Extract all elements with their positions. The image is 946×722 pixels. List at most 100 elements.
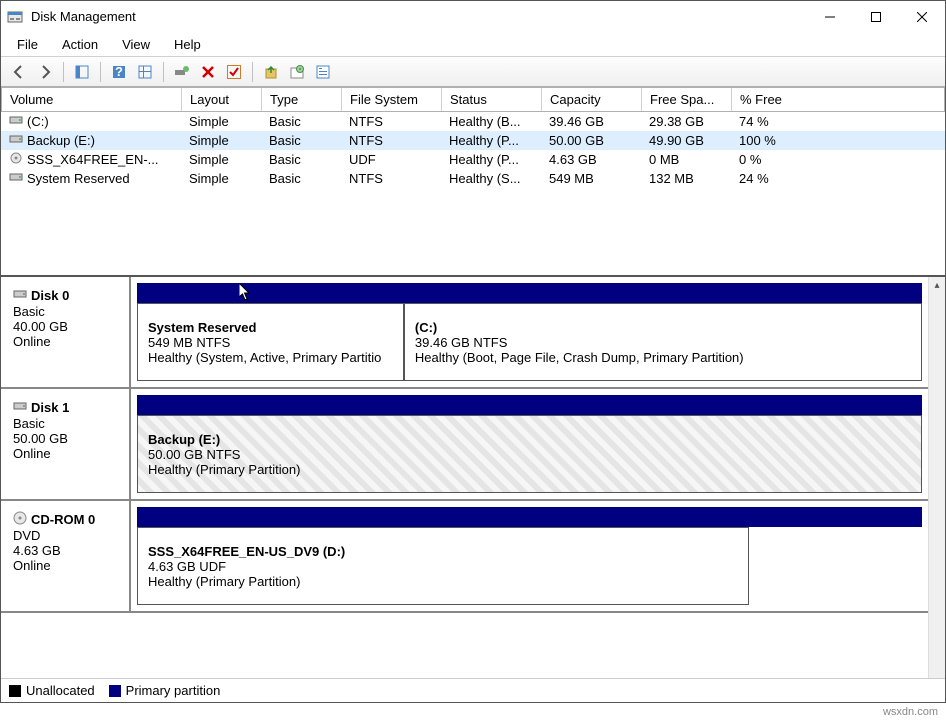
volume-free: 132 MB: [641, 170, 731, 187]
disk-label[interactable]: CD-ROM 0DVD4.63 GBOnline: [1, 501, 131, 611]
col-capacity[interactable]: Capacity: [542, 88, 642, 111]
partition-info: 4.63 GB UDF: [148, 559, 738, 574]
disk-status: Online: [13, 334, 117, 349]
volume-free: 0 MB: [641, 151, 731, 168]
minimize-button[interactable]: [807, 2, 853, 32]
volume-layout: Simple: [181, 132, 261, 149]
forward-button[interactable]: [33, 60, 57, 84]
partition-strip: System Reserved549 MB NTFSHealthy (Syste…: [137, 303, 922, 381]
disk-size: 40.00 GB: [13, 319, 117, 334]
volume-name: SSS_X64FREE_EN-...: [27, 152, 159, 167]
disk-row: CD-ROM 0DVD4.63 GBOnlineSSS_X64FREE_EN-U…: [1, 501, 928, 613]
menu-view[interactable]: View: [112, 35, 160, 54]
toolbar-separator: [100, 62, 101, 82]
partition-box[interactable]: SSS_X64FREE_EN-US_DV9 (D:)4.63 GB UDFHea…: [137, 527, 749, 605]
volume-type: Basic: [261, 132, 341, 149]
volume-icon: [9, 133, 23, 148]
volume-list-body[interactable]: (C:)SimpleBasicNTFSHealthy (B...39.46 GB…: [1, 112, 945, 275]
volume-pfree: 74 %: [731, 113, 811, 130]
volume-type: Basic: [261, 113, 341, 130]
volume-fs: NTFS: [341, 132, 441, 149]
disk-name: Disk 1: [31, 400, 69, 415]
action-button-2[interactable]: [285, 60, 309, 84]
volume-fs: NTFS: [341, 170, 441, 187]
disk-label[interactable]: Disk 0Basic40.00 GBOnline: [1, 277, 131, 387]
disk-name: Disk 0: [31, 288, 69, 303]
primary-swatch-icon: [109, 685, 121, 697]
disk-label[interactable]: Disk 1Basic50.00 GBOnline: [1, 389, 131, 499]
volume-type: Basic: [261, 170, 341, 187]
settings-button[interactable]: [170, 60, 194, 84]
close-button[interactable]: [899, 2, 945, 32]
volume-name: System Reserved: [27, 171, 130, 186]
volume-capacity: 39.46 GB: [541, 113, 641, 130]
menu-help[interactable]: Help: [164, 35, 211, 54]
legend-unallocated-label: Unallocated: [26, 683, 95, 698]
volume-capacity: 549 MB: [541, 170, 641, 187]
col-type[interactable]: Type: [262, 88, 342, 111]
partition-name: Backup (E:): [148, 432, 911, 447]
volume-type: Basic: [261, 151, 341, 168]
volume-layout: Simple: [181, 170, 261, 187]
volume-status: Healthy (B...: [441, 113, 541, 130]
volume-capacity: 50.00 GB: [541, 132, 641, 149]
partition-name: (C:): [415, 320, 911, 335]
volume-pfree: 100 %: [731, 132, 811, 149]
col-pfree[interactable]: % Free: [732, 88, 812, 111]
maximize-button[interactable]: [853, 2, 899, 32]
col-volume[interactable]: Volume: [2, 88, 182, 111]
refresh-button[interactable]: [133, 60, 157, 84]
col-filesystem[interactable]: File System: [342, 88, 442, 111]
volume-fs: NTFS: [341, 113, 441, 130]
disk-size: 4.63 GB: [13, 543, 117, 558]
menu-action[interactable]: Action: [52, 35, 108, 54]
partition-status: Healthy (Primary Partition): [148, 574, 738, 589]
properties-button[interactable]: [311, 60, 335, 84]
col-free[interactable]: Free Spa...: [642, 88, 732, 111]
unallocated-swatch-icon: [9, 685, 21, 697]
toolbar-separator: [163, 62, 164, 82]
disk-status: Online: [13, 558, 117, 573]
partition-info: 39.46 GB NTFS: [415, 335, 911, 350]
window-title: Disk Management: [31, 9, 807, 24]
volume-row[interactable]: SSS_X64FREE_EN-...SimpleBasicUDFHealthy …: [1, 150, 945, 169]
scroll-up-icon[interactable]: ▴: [929, 277, 945, 294]
menu-bar: File Action View Help: [1, 33, 945, 57]
col-layout[interactable]: Layout: [182, 88, 262, 111]
partition-box[interactable]: System Reserved549 MB NTFSHealthy (Syste…: [137, 303, 404, 381]
action-button-1[interactable]: [259, 60, 283, 84]
partition-box[interactable]: Backup (E:)50.00 GB NTFSHealthy (Primary…: [137, 415, 922, 493]
app-icon: [7, 9, 23, 25]
volume-pfree: 24 %: [731, 170, 811, 187]
volume-fs: UDF: [341, 151, 441, 168]
volume-row[interactable]: Backup (E:) SimpleBasicNTFSHealthy (P...5…: [1, 131, 945, 150]
volume-row[interactable]: System ReservedSimpleBasicNTFSHealthy (S…: [1, 169, 945, 188]
show-hide-console-tree-button[interactable]: [70, 60, 94, 84]
vertical-scrollbar[interactable]: ▴: [928, 277, 945, 678]
partition-strip-header: [137, 395, 922, 415]
delete-button[interactable]: [196, 60, 220, 84]
check-button[interactable]: [222, 60, 246, 84]
disk-icon: [13, 399, 27, 416]
col-status[interactable]: Status: [442, 88, 542, 111]
volume-row[interactable]: (C:) SimpleBasicNTFSHealthy (B...39.46 GB…: [1, 112, 945, 131]
volume-layout: Simple: [181, 113, 261, 130]
volume-name: (C:): [27, 114, 49, 129]
watermark: wsxdn.com: [883, 706, 938, 718]
volume-status: Healthy (P...: [441, 132, 541, 149]
disk-icon: [13, 511, 27, 528]
legend-primary-label: Primary partition: [126, 683, 221, 698]
partition-info: 50.00 GB NTFS: [148, 447, 911, 462]
back-button[interactable]: [7, 60, 31, 84]
menu-file[interactable]: File: [7, 35, 48, 54]
disk-graphical-pane[interactable]: Disk 0Basic40.00 GBOnlineSystem Reserved…: [1, 277, 928, 678]
volume-name: Backup (E:): [27, 133, 95, 148]
volume-capacity: 4.63 GB: [541, 151, 641, 168]
help-button[interactable]: ?: [107, 60, 131, 84]
partition-name: SSS_X64FREE_EN-US_DV9 (D:): [148, 544, 738, 559]
legend: Unallocated Primary partition: [1, 678, 945, 702]
partition-box[interactable]: (C:)39.46 GB NTFSHealthy (Boot, Page Fil…: [404, 303, 922, 381]
svg-text:?: ?: [115, 64, 123, 79]
volume-list: Volume Layout Type File System Status Ca…: [1, 87, 945, 277]
disk-status: Online: [13, 446, 117, 461]
